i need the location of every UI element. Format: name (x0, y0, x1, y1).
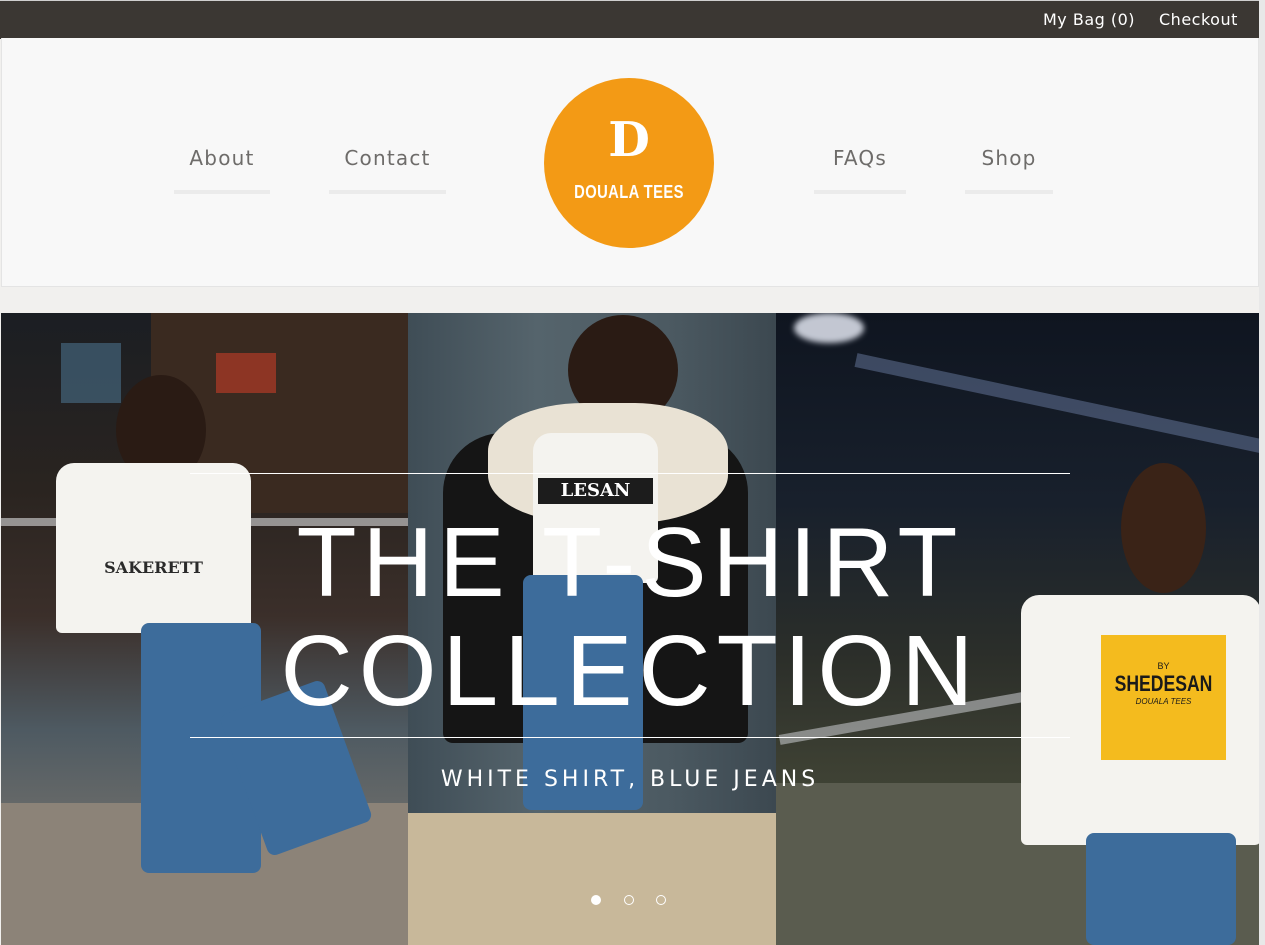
model-jeans (1086, 833, 1236, 945)
logo-text: DOUALA TEES (574, 182, 684, 202)
hero-rule-bottom (190, 737, 1070, 738)
slide-dot-1[interactable] (591, 895, 601, 905)
hero-title-line1: THE T-SHIRT (296, 507, 964, 617)
slide-dot-2[interactable] (624, 895, 634, 905)
lit-windows (61, 343, 121, 403)
page-scrollbar[interactable] (1259, 0, 1265, 945)
checkout-link[interactable]: Checkout (1159, 10, 1238, 29)
top-utility-bar: My Bag (0) Checkout (0, 0, 1259, 39)
nav-contact[interactable]: Contact (329, 144, 446, 194)
hero-subtitle: WHITE SHIRT, BLUE JEANS (440, 767, 820, 792)
site-header: About Contact D DOUALA TEES FAQs Shop (1, 38, 1259, 287)
street-lamp (794, 313, 864, 343)
neon-sign (216, 353, 276, 393)
hero-title-line2: COLLECTION (280, 615, 980, 727)
logo-mark: D (608, 112, 650, 168)
nav-faqs[interactable]: FAQs (814, 144, 906, 194)
nav-shop[interactable]: Shop (965, 144, 1053, 194)
hero-rule-top (190, 473, 1070, 474)
stone-floor (408, 813, 776, 945)
slide-dot-3[interactable] (656, 895, 666, 905)
douala-tees-logo[interactable]: D DOUALA TEES (544, 78, 714, 248)
hero-slider[interactable]: SAKERETT LESAN BY SHEDESAN DOUALA TEES T… (1, 313, 1259, 945)
shirt-print-lesan: LESAN (538, 478, 653, 504)
my-bag-link[interactable]: My Bag (0) (1043, 10, 1135, 29)
nav-about[interactable]: About (174, 144, 270, 194)
light-beam (854, 353, 1259, 455)
